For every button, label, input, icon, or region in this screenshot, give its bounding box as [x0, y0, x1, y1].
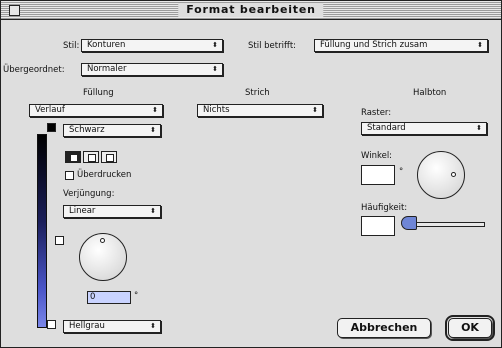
haeufigkeit-field[interactable] — [361, 216, 395, 236]
stil-betrifft-value: Füllung und Strich zusam — [320, 40, 428, 50]
dial-handle-icon[interactable] — [451, 172, 456, 177]
halbton-header: Halbton — [413, 88, 447, 98]
fuellung-type-popup[interactable]: Verlauf ⬍ — [29, 104, 163, 117]
gradient-end-marker[interactable] — [47, 320, 56, 329]
verjuengung-value: Linear — [69, 206, 96, 216]
window-title: Format bearbeiten — [178, 3, 324, 17]
uebergeordnet-popup[interactable]: Normaler ⬍ — [81, 63, 223, 76]
halbton-angle-dial[interactable] — [417, 151, 465, 199]
popup-arrows-icon: ⬍ — [150, 126, 156, 134]
stil-popup[interactable]: Konturen ⬍ — [81, 39, 223, 52]
winkel-label: Winkel: — [361, 151, 393, 161]
end-color-popup[interactable]: Hellgrau ⬍ — [63, 320, 161, 333]
winkel-unit: ° — [399, 167, 404, 177]
gradient-angle-field[interactable]: 0 — [87, 291, 131, 304]
popup-arrows-icon: ⬍ — [477, 41, 483, 49]
popup-arrows-icon: ⬍ — [150, 322, 156, 330]
popup-arrows-icon: ⬍ — [212, 65, 218, 73]
uebergeordnet-value: Normaler — [87, 64, 127, 74]
winkel-field[interactable] — [361, 165, 395, 185]
gradient-preview-bar — [37, 134, 47, 328]
ok-button[interactable]: OK — [445, 315, 495, 341]
raster-label: Raster: — [361, 108, 392, 118]
strich-popup[interactable]: Nichts ⬍ — [197, 104, 323, 117]
format-dialog: Format bearbeiten Stil: Konturen ⬍ Stil … — [0, 0, 502, 348]
strich-value: Nichts — [203, 105, 230, 115]
verjuengung-popup[interactable]: Linear ⬍ — [63, 205, 161, 218]
popup-arrows-icon: ⬍ — [476, 124, 482, 132]
fuellung-color-popup[interactable]: Schwarz ⬍ — [63, 124, 161, 137]
cancel-button[interactable]: Abbrechen — [337, 318, 431, 338]
fill-mode-inner-button[interactable] — [101, 151, 117, 163]
ueberdrucken-label: Überdrucken — [77, 170, 132, 180]
haeufigkeit-slider-thumb[interactable] — [401, 216, 417, 230]
fuellung-color-value: Schwarz — [69, 125, 105, 135]
raster-value: Standard — [367, 123, 406, 133]
popup-arrows-icon: ⬍ — [152, 106, 158, 114]
ueberdrucken-checkbox[interactable] — [65, 171, 74, 180]
gradient-angle-dial[interactable] — [79, 233, 127, 281]
fuellung-type-value: Verlauf — [35, 105, 65, 115]
verjuengung-label: Verjüngung: — [63, 189, 115, 199]
fill-mode-solid-button[interactable] — [65, 151, 81, 163]
stil-betrifft-popup[interactable]: Füllung und Strich zusam ⬍ — [314, 39, 488, 52]
dial-handle-icon[interactable] — [100, 238, 105, 243]
uebergeordnet-label: Übergeordnet: — [3, 65, 65, 75]
stil-label: Stil: — [63, 41, 80, 51]
end-color-value: Hellgrau — [69, 321, 105, 331]
gradient-mid-marker[interactable] — [55, 236, 64, 245]
popup-arrows-icon: ⬍ — [212, 41, 218, 49]
gradient-angle-unit: ° — [134, 291, 139, 301]
stil-value: Konturen — [87, 40, 126, 50]
fill-mode-outline-button[interactable] — [83, 151, 99, 163]
raster-popup[interactable]: Standard ⬍ — [361, 122, 487, 135]
popup-arrows-icon: ⬍ — [150, 207, 156, 215]
popup-arrows-icon: ⬍ — [312, 106, 318, 114]
fuellung-header: Füllung — [83, 88, 114, 98]
haeufigkeit-label: Häufigkeit: — [361, 203, 408, 213]
strich-header: Strich — [245, 88, 270, 98]
haeufigkeit-slider-track[interactable] — [409, 222, 485, 227]
close-box-icon[interactable] — [9, 5, 20, 16]
stil-betrifft-label: Stil betrifft: — [248, 41, 297, 51]
title-bar[interactable]: Format bearbeiten — [1, 1, 501, 20]
gradient-start-marker[interactable] — [47, 123, 56, 132]
